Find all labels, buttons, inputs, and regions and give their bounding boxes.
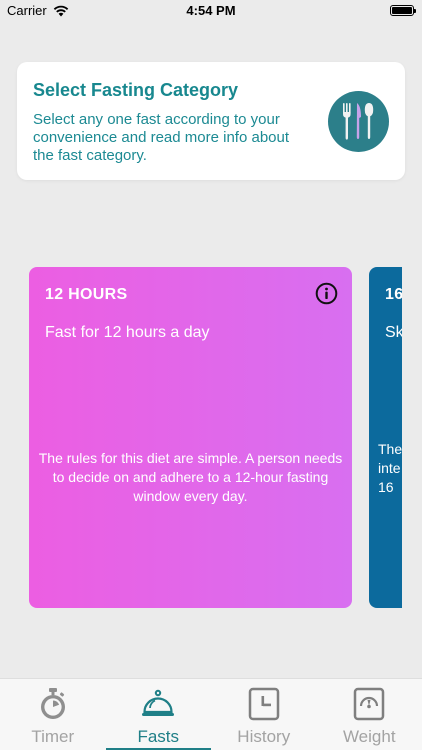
- category-info-card: Select Fasting Category Select any one f…: [17, 62, 405, 180]
- stopwatch-icon: [40, 688, 65, 719]
- tab-history[interactable]: History: [211, 679, 317, 750]
- status-bar: Carrier 4:54 PM: [0, 0, 422, 22]
- tab-weight[interactable]: Weight: [317, 679, 422, 750]
- fast-subtitle: Fast for 12 hours a day: [45, 324, 210, 341]
- info-title: Select Fasting Category: [33, 80, 239, 100]
- fast-card-16-hours[interactable]: 16 Sk The inte 16: [369, 267, 402, 608]
- cutlery-icon: [328, 91, 389, 152]
- fast-hours: 16: [385, 286, 402, 303]
- tab-label: Weight: [342, 727, 396, 746]
- fast-carousel[interactable]: 12 HOURS Fast for 12 hours a day The rul…: [0, 267, 402, 608]
- tab-bar: Timer Fasts History Weight: [0, 678, 422, 750]
- cloche-icon: [142, 689, 175, 716]
- tab-label: Fasts: [137, 727, 180, 746]
- fast-description: The inte 16: [378, 441, 402, 495]
- status-time: 4:54 PM: [186, 3, 236, 18]
- battery-icon: [390, 5, 416, 16]
- tab-label: History: [237, 727, 291, 746]
- fast-hours: 12 HOURS: [45, 286, 128, 303]
- tab-timer[interactable]: Timer: [0, 679, 106, 750]
- scale-icon: [354, 687, 385, 721]
- info-description: Select any one fast according to your co…: [33, 111, 290, 164]
- tab-label: Timer: [31, 727, 75, 746]
- info-icon[interactable]: [315, 282, 338, 305]
- clock-icon: [248, 687, 279, 721]
- tab-fasts[interactable]: Fasts: [105, 679, 211, 750]
- fast-subtitle: Sk: [385, 324, 402, 341]
- fast-description: The rules for this diet are simple. A pe…: [38, 450, 343, 504]
- fast-card-12-hours[interactable]: 12 HOURS Fast for 12 hours a day The rul…: [29, 267, 352, 608]
